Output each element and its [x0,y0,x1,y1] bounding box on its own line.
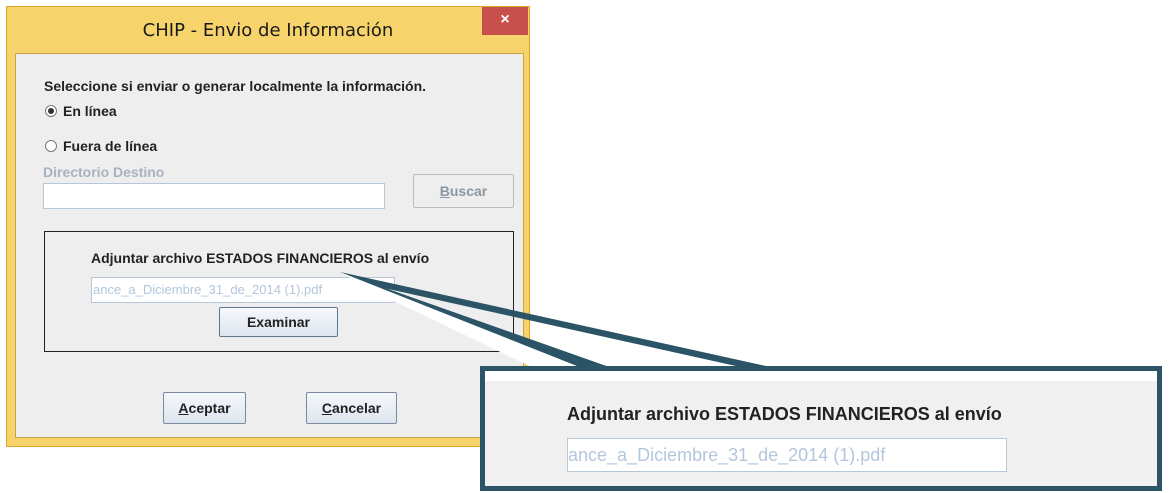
zoom-attach-title: Adjuntar archivo ESTADOS FINANCIEROS al … [567,404,1002,424]
zoom-panel: Adjuntar archivo ESTADOS FINANCIEROS al … [485,381,1157,486]
zoom-attach-file-field: ance_a_Diciembre_31_de_2014 (1).pdf [567,438,1007,472]
zoom-callout: Adjuntar archivo ESTADOS FINANCIEROS al … [480,366,1162,491]
